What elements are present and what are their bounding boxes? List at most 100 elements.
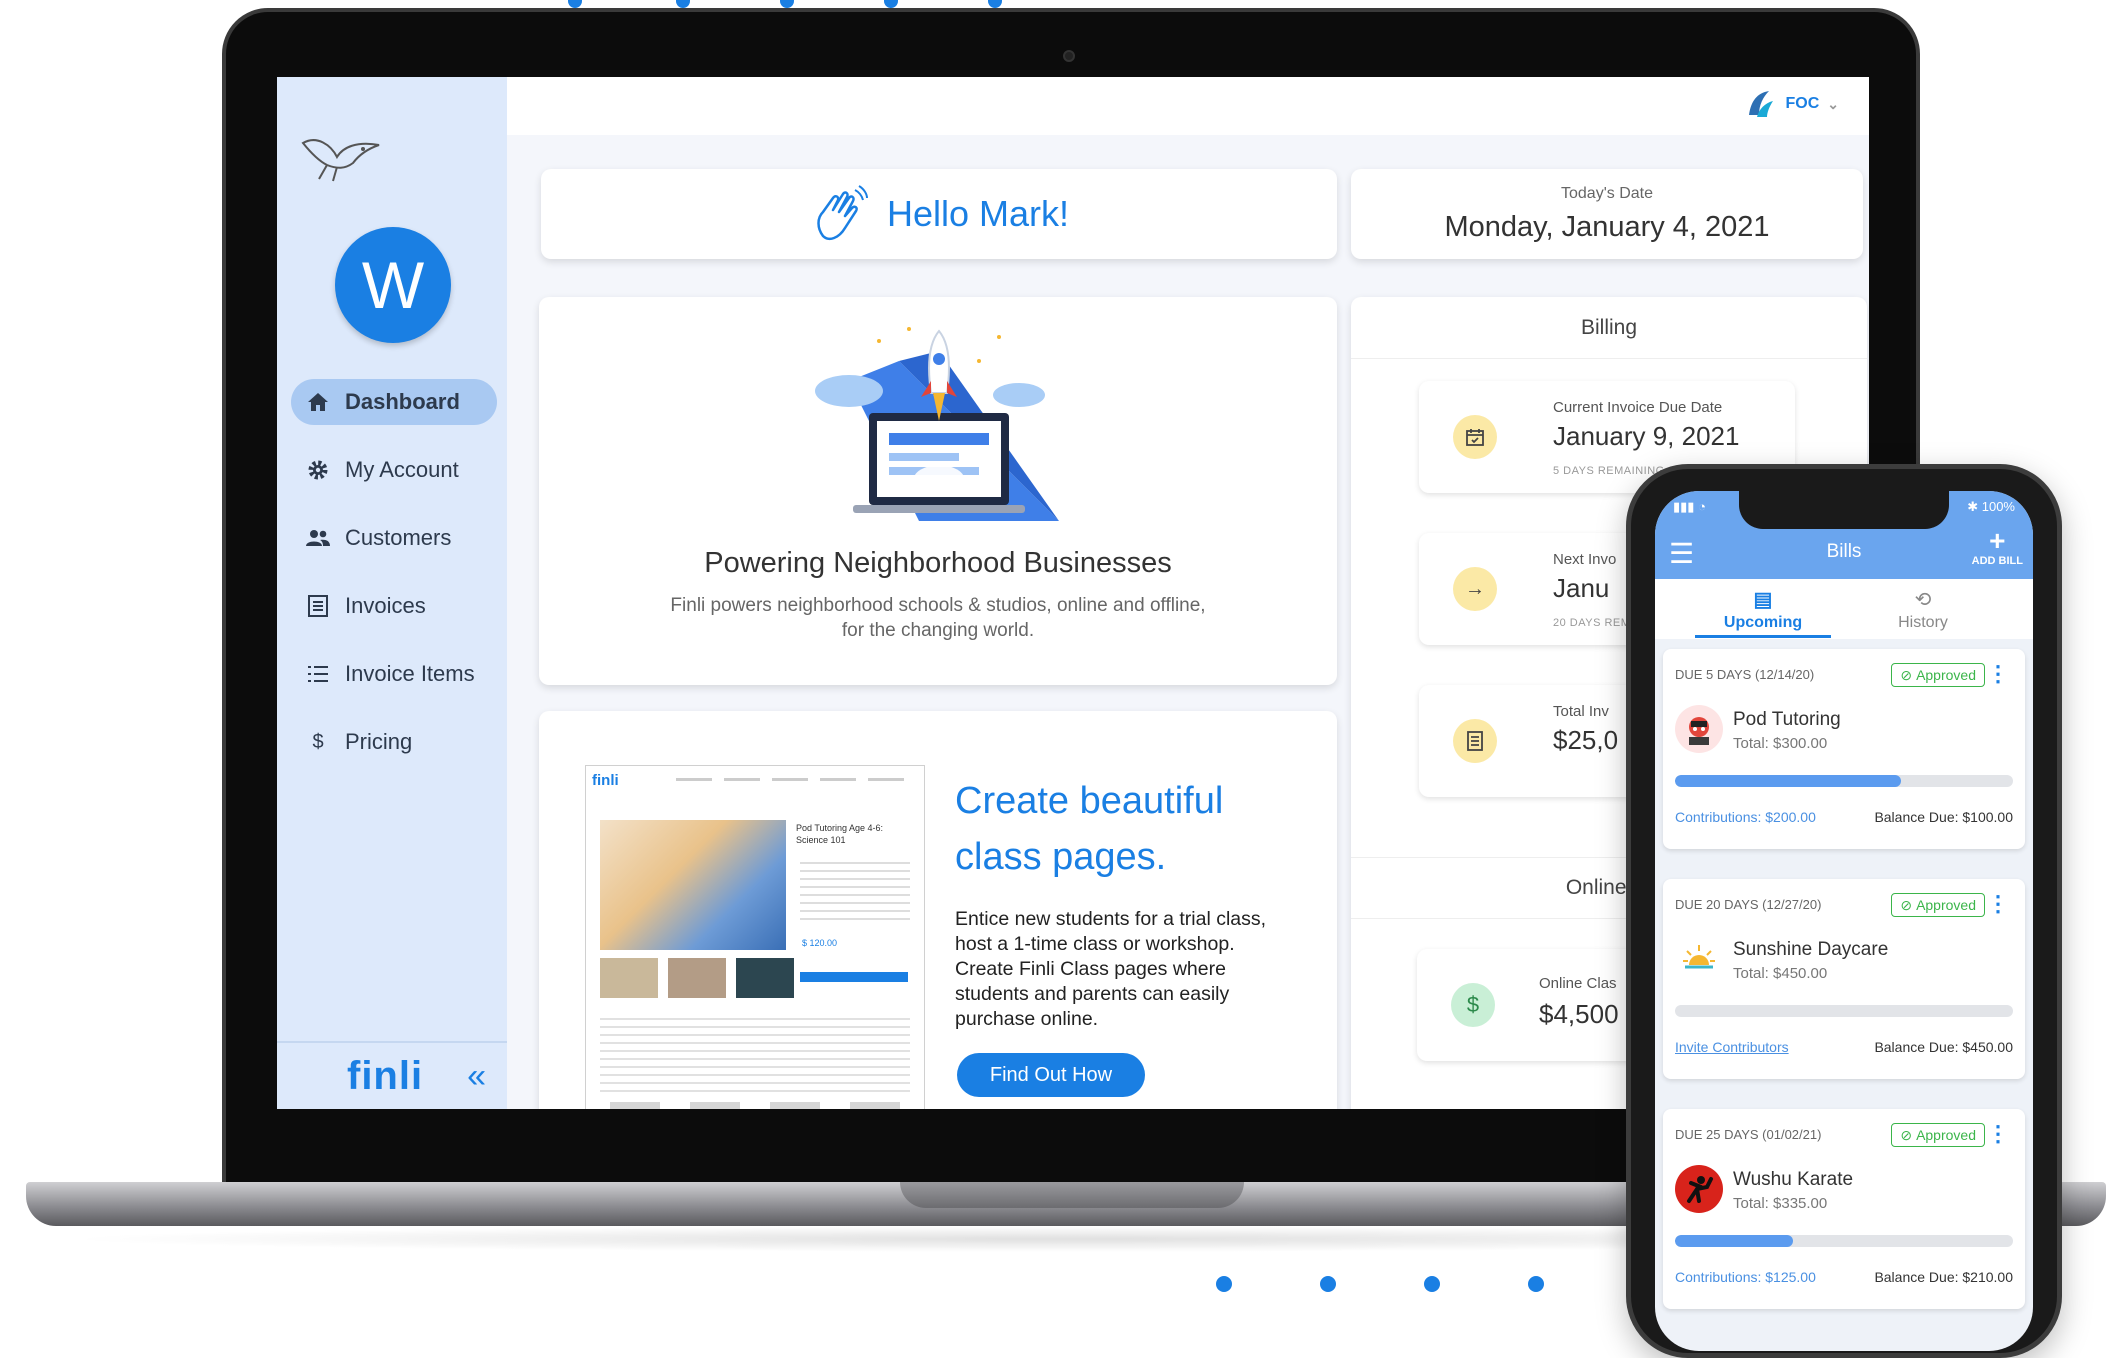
- arrow-right-icon: →: [1453, 567, 1497, 611]
- class-pages-card: finli Pod Tutoring Age 4-6: Science 101 …: [539, 711, 1337, 1109]
- progress-fill: [1675, 1235, 1794, 1247]
- sidebar-item-invoices[interactable]: Invoices: [291, 583, 497, 629]
- tab-upcoming[interactable]: ▤ Upcoming: [1693, 587, 1833, 632]
- promo-description: Finli powers neighborhood schools & stud…: [670, 595, 1206, 641]
- tab-history[interactable]: ⟲ History: [1853, 587, 1993, 632]
- sidebar-item-my-account[interactable]: My Account: [291, 447, 497, 493]
- sidebar-item-dashboard[interactable]: Dashboard: [291, 379, 497, 425]
- mock-nav: [676, 778, 906, 781]
- finli-logo: finli: [347, 1053, 424, 1098]
- decor-dot: [780, 0, 794, 8]
- decor-dot: [1528, 1276, 1544, 1292]
- webcam-icon: [1063, 50, 1075, 62]
- laptop-notch: [900, 1182, 1244, 1208]
- brand-name: FOC: [1785, 95, 1820, 112]
- bill-due: DUE 5 DAYS (12/14/20): [1675, 667, 1815, 682]
- product-showcase: W Dashboard My Account Customers Invoice…: [0, 0, 2106, 1358]
- dollar-icon: $: [312, 730, 324, 753]
- bill-name: Pod Tutoring: [1733, 709, 1841, 730]
- class-pages-title: Create beautiful class pages.: [955, 780, 1224, 878]
- decor-dot: [884, 0, 898, 8]
- bill-card[interactable]: DUE 5 DAYS (12/14/20) ⊘ Approved ⋮ Pod Tu…: [1663, 649, 2025, 849]
- mock-register-button: [800, 972, 908, 982]
- sidebar-item-customers[interactable]: Customers: [291, 515, 497, 561]
- foc-logo-icon: [1749, 91, 1774, 117]
- billing-item-value: Janu: [1553, 573, 1610, 603]
- history-icon: ⟲: [1914, 589, 1932, 611]
- kebab-menu-icon[interactable]: ⋮: [1987, 891, 2009, 917]
- bill-card[interactable]: DUE 25 DAYS (01/02/21) ⊘ Approved ⋮ Wushu…: [1663, 1109, 2025, 1309]
- check-circle-icon: ⊘: [1900, 1126, 1913, 1143]
- sidebar: W Dashboard My Account Customers Invoice…: [277, 77, 507, 1109]
- progress-fill: [1675, 775, 1902, 787]
- tab-label: Upcoming: [1723, 614, 1803, 631]
- add-bill-label: ADD BILL: [1971, 555, 2023, 567]
- phone-app-bar: ☰ Bills + ADD BILL: [1655, 523, 2033, 579]
- list-doc-icon: ▤: [1753, 589, 1773, 611]
- status-badge: ⊘ Approved: [1891, 1123, 1985, 1147]
- mock-detail-lines: [800, 856, 910, 926]
- mock-class-title: Pod Tutoring Age 4-6: Science 101: [796, 823, 884, 845]
- active-tab-indicator: [1695, 635, 1831, 638]
- kebab-menu-icon[interactable]: ⋮: [1987, 1121, 2009, 1147]
- greeting-card: Hello Mark!: [541, 169, 1337, 259]
- bill-card[interactable]: DUE 20 DAYS (12/27/20) ⊘ Approved ⋮ Sunsh…: [1663, 879, 2025, 1079]
- bill-total: Total: $300.00: [1733, 735, 1828, 752]
- billing-item-label: Next Invo: [1553, 551, 1617, 568]
- list-icon: [305, 661, 331, 687]
- status-badge: ⊘ Approved: [1891, 663, 1985, 687]
- sidebar-footer: finli «: [277, 1041, 507, 1109]
- today-value: Monday, January 4, 2021: [1444, 211, 1770, 243]
- sidebar-item-label: Invoice Items: [345, 661, 475, 686]
- bird-logo-icon: [301, 139, 380, 182]
- contribution-progress: [1675, 1005, 2013, 1017]
- invite-contributors-link[interactable]: Invite Contributors: [1675, 1039, 1789, 1055]
- sidebar-item-label: Pricing: [345, 729, 413, 754]
- pod-tutoring-logo-icon: [1675, 705, 1723, 753]
- sunshine-daycare-logo-icon: [1675, 935, 1723, 983]
- mock-price: $ 120.00: [802, 938, 838, 948]
- mock-thumb: [600, 958, 658, 998]
- sidebar-item-label: Invoices: [345, 593, 426, 618]
- kebab-menu-icon[interactable]: ⋮: [1987, 661, 2009, 687]
- today-label: Today's Date: [1561, 185, 1653, 202]
- gear-icon: [305, 457, 331, 483]
- calendar-icon: [1453, 415, 1497, 459]
- mock-main-photo: [600, 820, 786, 950]
- people-icon: [305, 525, 331, 551]
- mock-features: [600, 1102, 910, 1109]
- add-bill-button[interactable]: + ADD BILL: [1971, 525, 2023, 568]
- billing-item-label: Total Inv: [1553, 703, 1609, 720]
- status-label: Approved: [1916, 897, 1976, 913]
- account-menu[interactable]: FOC ⌄: [1743, 87, 1839, 121]
- bill-due: DUE 25 DAYS (01/02/21): [1675, 1127, 1822, 1142]
- home-icon: [305, 389, 331, 415]
- bill-total: Total: $335.00: [1733, 1195, 1828, 1212]
- tab-label: History: [1898, 614, 1948, 631]
- sidebar-item-invoice-items[interactable]: Invoice Items: [291, 651, 497, 697]
- plus-icon: +: [1989, 525, 2006, 556]
- balance-due: Balance Due: $100.00: [1874, 809, 2013, 825]
- sidebar-item-label: Customers: [345, 525, 452, 550]
- billing-item-value: $25,0: [1553, 725, 1619, 755]
- check-circle-icon: ⊘: [1900, 666, 1913, 683]
- contribution-progress: [1675, 1235, 2013, 1247]
- billing-item-value: January 9, 2021: [1553, 421, 1740, 451]
- double-chevron-left-icon[interactable]: «: [467, 1057, 486, 1096]
- avatar[interactable]: W: [335, 227, 451, 343]
- bill-name: Wushu Karate: [1733, 1169, 1854, 1190]
- bill-due: DUE 20 DAYS (12/27/20): [1675, 897, 1822, 912]
- class-page-preview: finli Pod Tutoring Age 4-6: Science 101 …: [585, 765, 925, 1109]
- mock-thumb: [736, 958, 794, 998]
- contributions-text: Contributions: $200.00: [1675, 809, 1816, 825]
- signal-wifi-icon: ▮▮▮ ◔: [1673, 499, 1706, 514]
- billing-item-label: Current Invoice Due Date: [1553, 399, 1723, 416]
- balance-due: Balance Due: $210.00: [1874, 1269, 2013, 1285]
- find-out-how-button[interactable]: Find Out How: [957, 1053, 1145, 1097]
- sidebar-item-pricing[interactable]: $ Pricing: [291, 719, 497, 765]
- status-label: Approved: [1916, 1127, 1976, 1143]
- billing-title: Billing: [1351, 297, 1867, 359]
- class-pages-description: Entice new students for a trial class, h…: [955, 908, 1267, 1030]
- battery-indicator: ✱ 100%: [1967, 499, 2015, 514]
- sidebar-nav: Dashboard My Account Customers Invoices …: [291, 379, 497, 787]
